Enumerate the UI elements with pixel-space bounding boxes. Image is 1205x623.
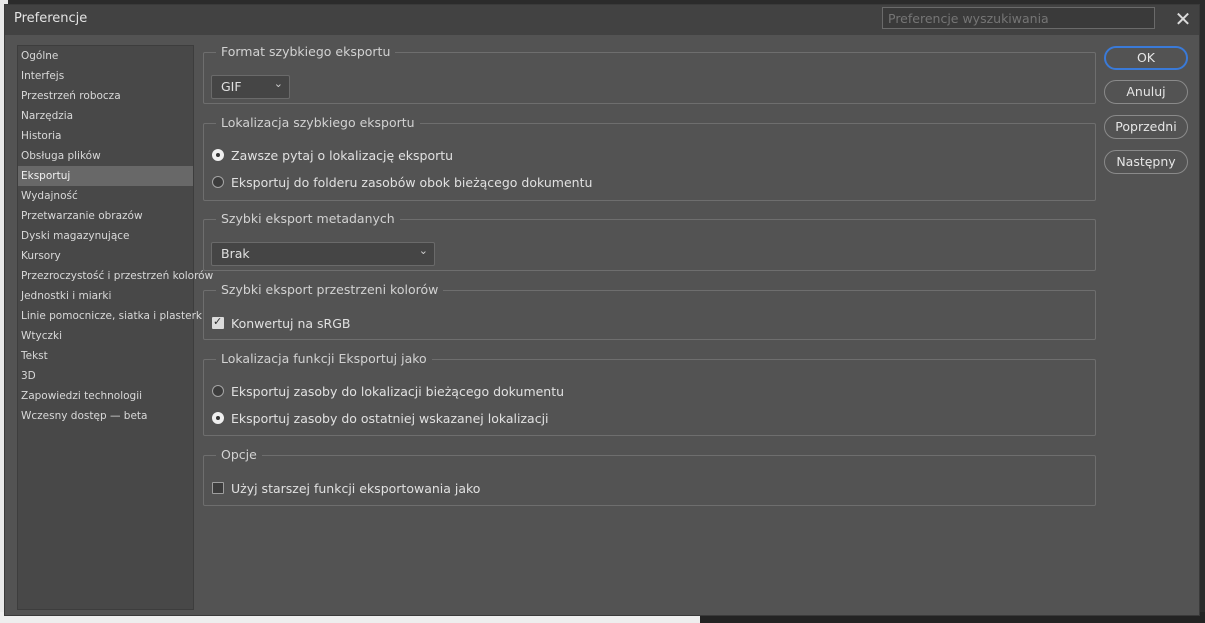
preferences-sidebar: Ogólne Interfejs Przestrzeń robocza Narz… <box>17 45 213 610</box>
sidebar-item-interfejs[interactable]: Interfejs <box>18 66 193 86</box>
search-input[interactable] <box>882 7 1155 29</box>
radio-indicator <box>212 176 224 188</box>
sidebar-item-historia[interactable]: Historia <box>18 126 193 146</box>
sidebar-item-zapowiedzi[interactable]: Zapowiedzi technologii <box>18 386 193 406</box>
radio-export-to-assets-folder[interactable]: Eksportuj do folderu zasobów obok bieżąc… <box>212 173 592 191</box>
group-quick-export-colorspace: Szybki eksport przestrzeni kolorów Konwe… <box>203 282 1096 340</box>
preferences-dialog: Preferencje ✕ Ogólne Interfejs Przestrze… <box>4 4 1200 616</box>
group-options: Opcje Użyj starszej funkcji eksportowani… <box>203 447 1096 506</box>
sidebar-item-wydajnosc[interactable]: Wydajność <box>18 186 193 206</box>
sidebar-item-eksportuj[interactable]: Eksportuj <box>18 166 193 186</box>
sidebar-item-narzedzia[interactable]: Narzędzia <box>18 106 193 126</box>
radio-current-document-location[interactable]: Eksportuj zasoby do lokalizacji bieżąceg… <box>212 382 564 400</box>
group-quick-export-location: Lokalizacja szybkiego eksportu Zawsze py… <box>203 115 1096 201</box>
sidebar-item-tekst[interactable]: Tekst <box>18 346 193 366</box>
radio-label: Zawsze pytaj o lokalizację eksportu <box>231 147 454 163</box>
checkbox-label: Konwertuj na sRGB <box>231 315 351 331</box>
metadata-value: Brak <box>221 246 250 261</box>
chevron-down-icon: ⌄ <box>418 244 428 257</box>
next-button[interactable]: Następny <box>1104 150 1188 174</box>
radio-indicator <box>212 412 224 424</box>
cancel-button[interactable]: Anuluj <box>1104 80 1188 104</box>
radio-label: Eksportuj zasoby do lokalizacji bieżąceg… <box>231 383 565 399</box>
sidebar-item-wtyczki[interactable]: Wtyczki <box>18 326 193 346</box>
checkbox-indicator <box>212 315 224 329</box>
radio-indicator <box>212 385 224 397</box>
format-value: GIF <box>221 79 242 94</box>
group-title: Lokalizacja funkcji Eksportuj jako <box>216 351 432 366</box>
radio-indicator <box>212 149 224 161</box>
group-title: Format szybkiego eksportu <box>216 44 396 59</box>
radio-label: Eksportuj do folderu zasobów obok bieżąc… <box>231 174 593 190</box>
sidebar-item-dyski-magazynujace[interactable]: Dyski magazynujące <box>18 226 193 246</box>
title-bar: Preferencje ✕ <box>5 5 1199 35</box>
previous-button[interactable]: Poprzedni <box>1104 115 1188 139</box>
sidebar-list: Ogólne Interfejs Przestrzeń robocza Narz… <box>18 46 213 426</box>
group-title: Opcje <box>216 447 262 462</box>
radio-label: Eksportuj zasoby do ostatniej wskazanej … <box>231 410 549 426</box>
checkbox-legacy-export-as[interactable]: Użyj starszej funkcji eksportowania jako <box>212 479 480 497</box>
checkbox-label: Użyj starszej funkcji eksportowania jako <box>231 480 481 496</box>
close-button[interactable]: ✕ <box>1171 7 1195 31</box>
dialog-title: Preferencje <box>14 11 88 26</box>
group-quick-export-format: Format szybkiego eksportu GIF ⌄ <box>203 44 1096 104</box>
sidebar-item-obsluga-plikow[interactable]: Obsługa plików <box>18 146 193 166</box>
group-title: Szybki eksport metadanych <box>216 211 400 226</box>
group-title: Szybki eksport przestrzeni kolorów <box>216 282 444 297</box>
group-export-as-location: Lokalizacja funkcji Eksportuj jako Ekspo… <box>203 351 1096 436</box>
sidebar-item-linie-pomocnicze[interactable]: Linie pomocnicze, siatka i plasterki <box>18 306 205 326</box>
sidebar-item-ogolne[interactable]: Ogólne <box>18 46 193 66</box>
checkbox-indicator <box>212 482 224 494</box>
group-title: Lokalizacja szybkiego eksportu <box>216 115 420 130</box>
sidebar-item-wczesny-dostep[interactable]: Wczesny dostęp — beta <box>18 406 193 426</box>
radio-last-location[interactable]: Eksportuj zasoby do ostatniej wskazanej … <box>212 409 549 427</box>
chevron-down-icon: ⌄ <box>273 77 283 90</box>
sidebar-item-kursory[interactable]: Kursory <box>18 246 193 266</box>
sidebar-item-przezroczystosc[interactable]: Przezroczystość i przestrzeń kolorów <box>18 266 213 286</box>
format-dropdown[interactable]: GIF ⌄ <box>211 75 290 99</box>
sidebar-item-przestrzen-robocza[interactable]: Przestrzeń robocza <box>18 86 193 106</box>
sidebar-item-3d[interactable]: 3D <box>18 366 193 386</box>
metadata-dropdown[interactable]: Brak ⌄ <box>211 242 435 266</box>
checkbox-convert-srgb[interactable]: Konwertuj na sRGB <box>212 314 350 332</box>
close-icon: ✕ <box>1174 7 1192 31</box>
radio-always-ask[interactable]: Zawsze pytaj o lokalizację eksportu <box>212 146 453 164</box>
ok-button[interactable]: OK <box>1104 46 1188 70</box>
group-quick-export-metadata: Szybki eksport metadanych Brak ⌄ <box>203 211 1096 271</box>
sidebar-item-przetwarzanie-obrazow[interactable]: Przetwarzanie obrazów <box>18 206 193 226</box>
sidebar-item-jednostki[interactable]: Jednostki i miarki <box>18 286 193 306</box>
